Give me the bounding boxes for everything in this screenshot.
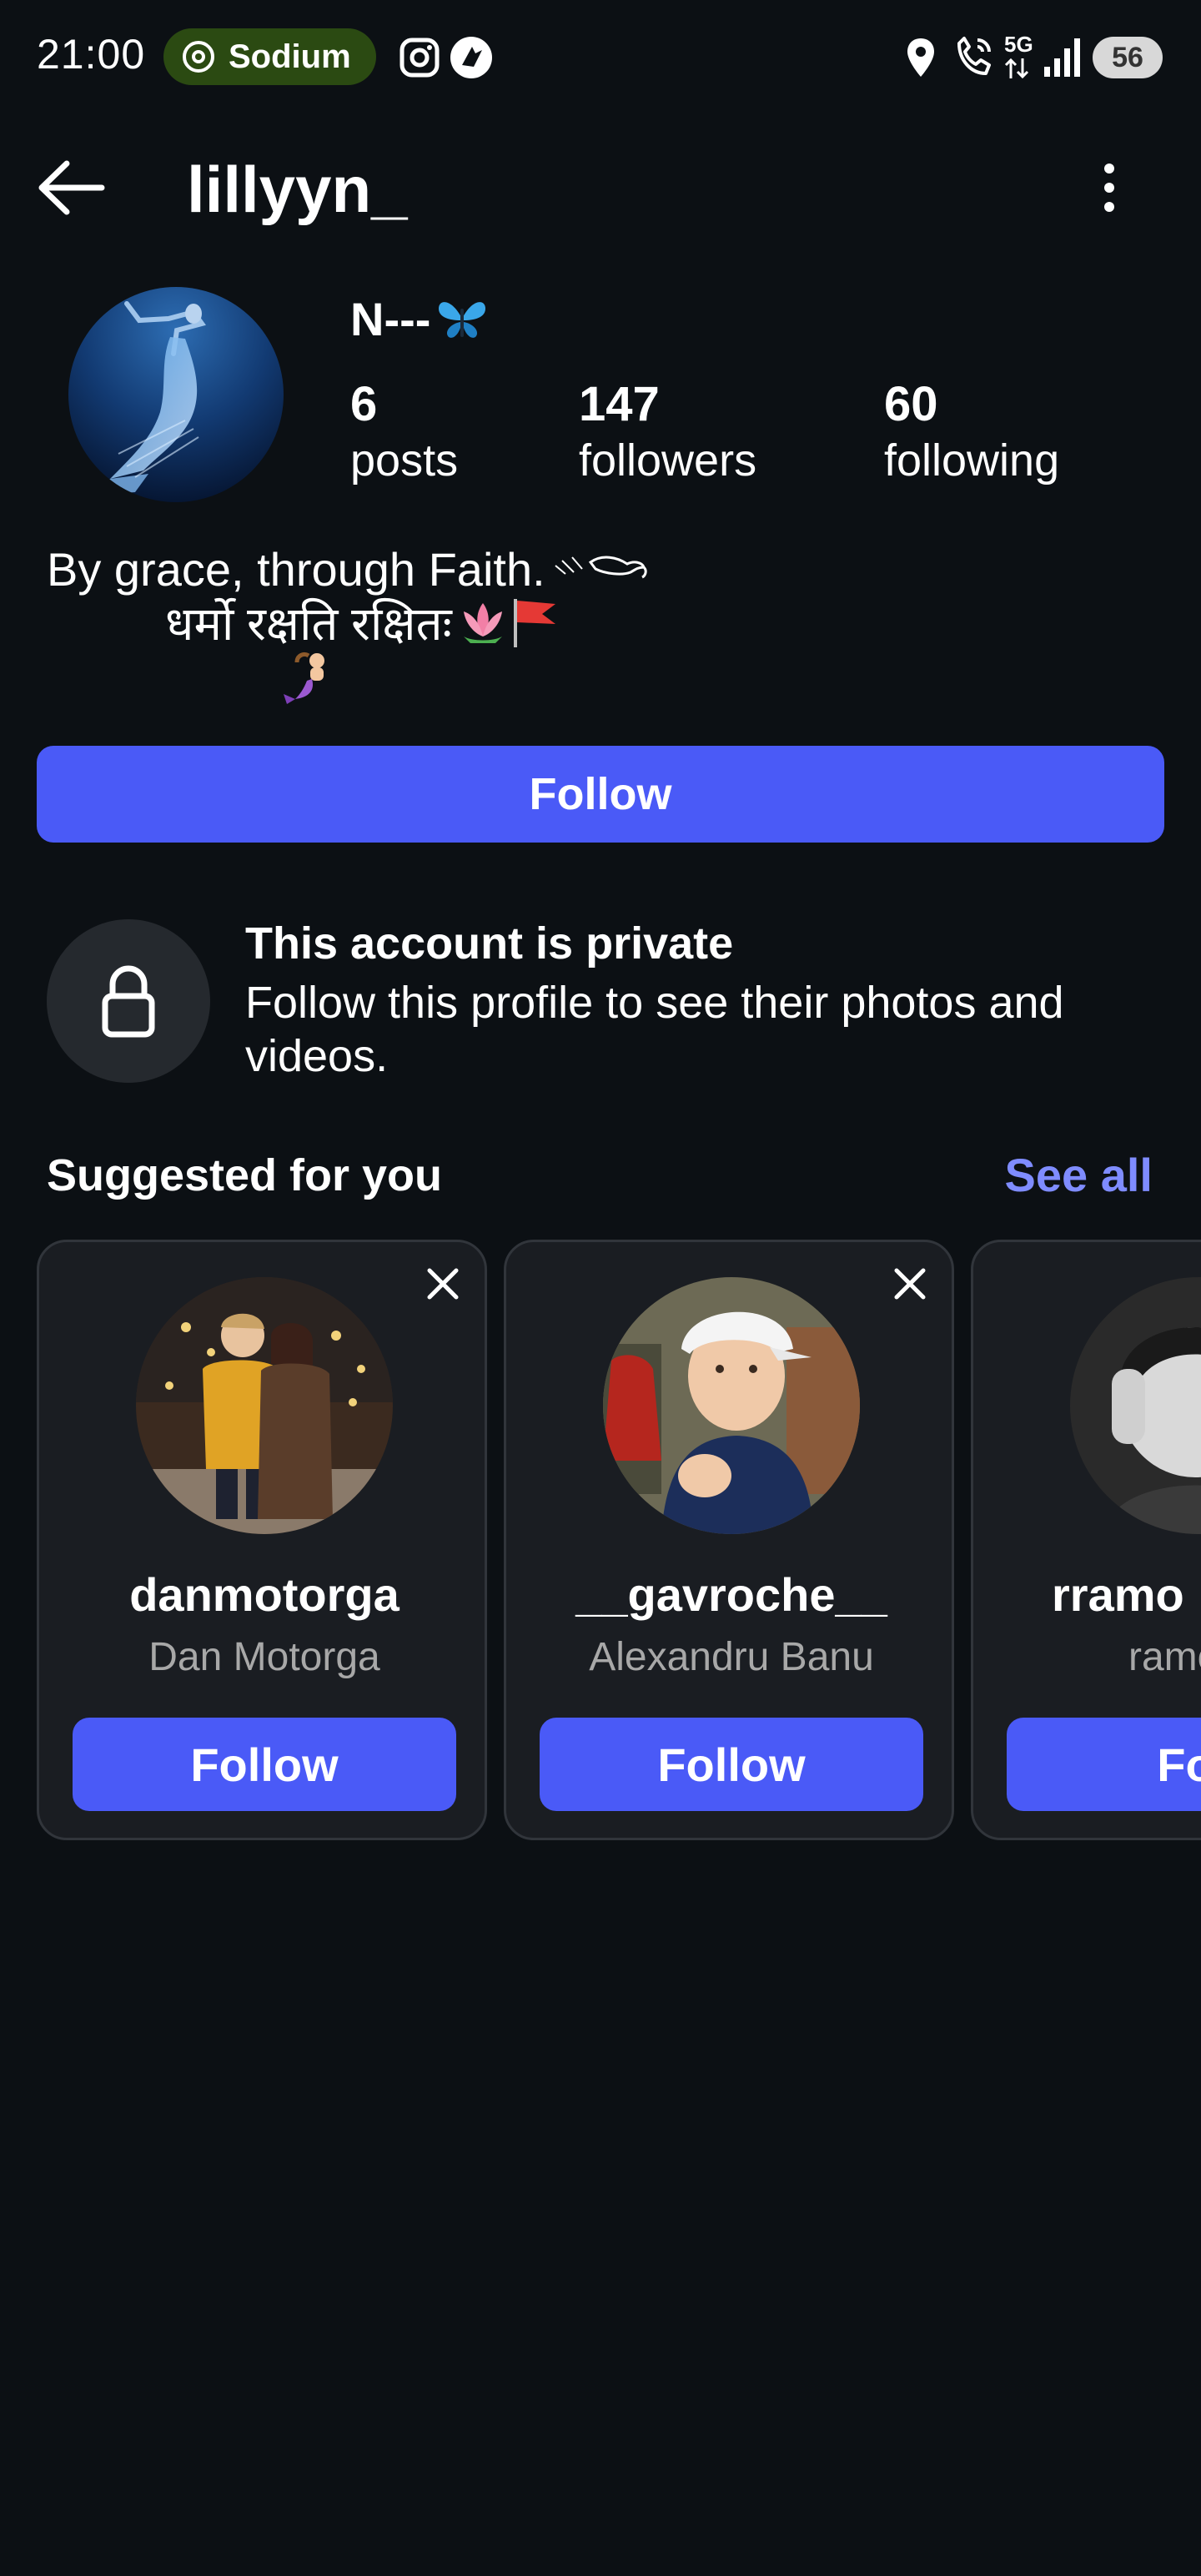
- suggested-card[interactable]: danmotorga Dan Motorga Follow: [37, 1240, 487, 1840]
- signal-icon: [1044, 38, 1080, 77]
- suggested-card[interactable]: rramo ramo Foll: [971, 1240, 1201, 1840]
- follow-button[interactable]: Follow: [37, 746, 1164, 843]
- sodium-pill-label: Sodium: [229, 38, 351, 75]
- more-vertical-icon[interactable]: [1084, 158, 1134, 217]
- suggested-follow-button[interactable]: Follow: [540, 1718, 923, 1811]
- suggested-avatar[interactable]: [1070, 1277, 1201, 1534]
- suggested-username[interactable]: rramo: [1052, 1567, 1201, 1622]
- lock-icon: [102, 965, 155, 1038]
- lock-badge: [47, 919, 210, 1083]
- battery-icon: 56: [1093, 37, 1163, 78]
- stat-followers[interactable]: 147 followers: [579, 375, 756, 487]
- stat-posts-label: posts: [350, 435, 459, 486]
- bio-line-1: By grace, through Faith.: [47, 542, 651, 596]
- stat-following-count: 60: [884, 377, 938, 431]
- suggested-follow-button[interactable]: Follow: [73, 1718, 456, 1811]
- profile-avatar[interactable]: [68, 287, 284, 502]
- bio-line-1-text: By grace, through Faith.: [47, 543, 545, 596]
- bio-line-2-text: धर्मो रक्षति रक्षितः: [165, 597, 452, 650]
- arrow-left-icon[interactable]: [33, 158, 108, 217]
- sodium-logo-icon: [183, 41, 214, 73]
- suggested-card[interactable]: __gavroche__ Alexandru Banu Follow: [504, 1240, 954, 1840]
- data-arrows-icon: [1004, 58, 1029, 79]
- app-icon: [450, 37, 492, 78]
- suggested-avatar[interactable]: [136, 1277, 393, 1534]
- see-all-link[interactable]: See all: [1005, 1148, 1153, 1202]
- profile-avatar-image: [68, 287, 284, 502]
- suggested-username[interactable]: __gavroche__: [506, 1567, 957, 1622]
- display-name: N---: [350, 292, 489, 346]
- mermaid-emoji-icon: [284, 652, 324, 704]
- close-icon[interactable]: [425, 1265, 461, 1302]
- suggested-full-name: Alexandru Banu: [589, 1635, 874, 1679]
- butterfly-emoji-icon: [439, 301, 486, 338]
- display-name-text: N---: [350, 293, 431, 345]
- stat-following-label: following: [884, 435, 1060, 486]
- stat-followers-label: followers: [579, 435, 757, 486]
- status-time: 21:00: [37, 31, 146, 78]
- wifi-calling-icon: [957, 37, 991, 75]
- sodium-pill[interactable]: Sodium: [163, 28, 376, 85]
- stat-posts[interactable]: 6 posts: [350, 375, 458, 487]
- stat-following[interactable]: 60 following: [884, 375, 1059, 487]
- flag-emoji-icon: [513, 599, 555, 647]
- suggested-title: Suggested for you: [47, 1150, 443, 1200]
- instagram-icon: [399, 38, 440, 78]
- suggested-avatar-image: [603, 1277, 860, 1534]
- suggested-username[interactable]: danmotorga: [39, 1567, 490, 1622]
- stat-followers-count: 147: [579, 377, 660, 431]
- bio-line-3: [279, 651, 339, 707]
- suggested-follow-button[interactable]: Foll: [1007, 1718, 1201, 1811]
- suggested-full-name: ramo: [1128, 1635, 1201, 1679]
- close-icon[interactable]: [892, 1265, 928, 1302]
- location-icon: [907, 38, 934, 77]
- page-title: lillyyn_: [187, 153, 408, 226]
- dove-emoji-icon: [555, 556, 647, 578]
- suggested-carousel[interactable]: danmotorga Dan Motorga Follow __gavroche…: [0, 1240, 1201, 1845]
- suggested-avatar-image: [1070, 1277, 1201, 1534]
- suggested-avatar[interactable]: [603, 1277, 860, 1534]
- private-account-title: This account is private: [245, 918, 734, 969]
- status-bar: 21:00 Sodium 5G 56: [0, 0, 1201, 117]
- stat-posts-count: 6: [350, 377, 378, 431]
- lotus-emoji-icon: [463, 603, 502, 643]
- suggested-avatar-image: [136, 1277, 393, 1534]
- profile-header: lillyyn_: [0, 133, 1201, 234]
- private-account-description: Follow this profile to see their photos …: [245, 978, 1064, 1081]
- suggested-full-name: Dan Motorga: [148, 1635, 380, 1679]
- network-type: 5G: [1004, 32, 1033, 57]
- bio-line-2: धर्मो रक्षति रक्षितः: [165, 591, 560, 654]
